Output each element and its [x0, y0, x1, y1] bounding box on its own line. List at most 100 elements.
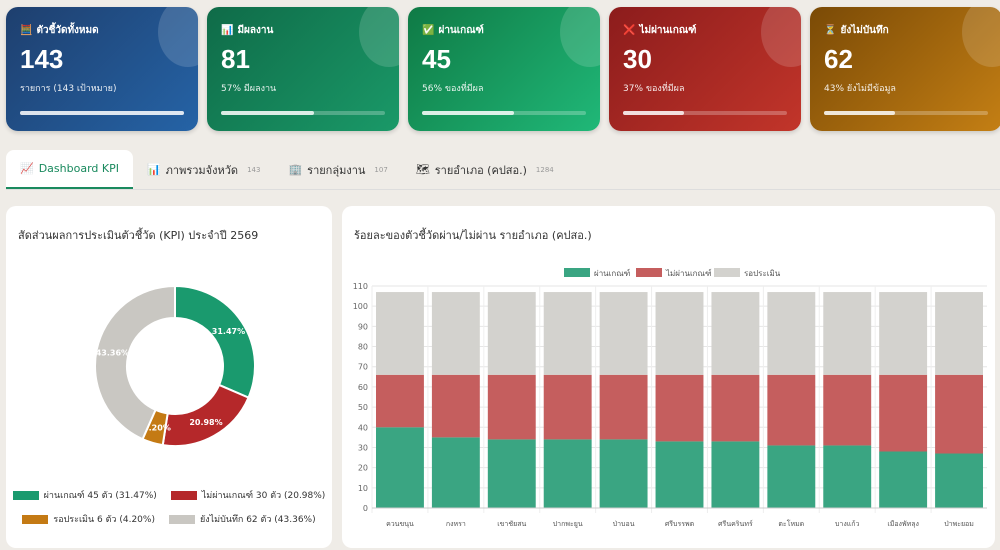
y-tick-label: 70 [358, 363, 368, 372]
bar-segment[interactable] [767, 374, 816, 446]
legend-swatch[interactable] [714, 268, 740, 277]
bar-segment[interactable] [767, 445, 816, 508]
legend-swatch[interactable] [636, 268, 662, 277]
legend-label: ผ่านเกณฑ์ 45 ตัว (31.47%) [43, 491, 157, 501]
card-value: 143 [20, 44, 64, 74]
card-subtext: 57% มีผลงาน [221, 84, 277, 94]
card-label-row: 📊 มีผลงาน [221, 23, 385, 38]
legend-swatch [22, 515, 49, 524]
bar-segment[interactable] [823, 292, 872, 375]
bar-segment[interactable] [823, 445, 872, 508]
bar-segment[interactable] [487, 292, 536, 375]
card-icon: 🧮 [20, 25, 33, 36]
bar-segment[interactable] [711, 292, 760, 375]
legend-swatch [12, 491, 39, 500]
bar-segment[interactable] [431, 292, 480, 375]
bar-segment[interactable] [431, 374, 480, 438]
x-tick-label: ควนขนุน [386, 520, 414, 528]
legend-label: รอประเมิน 6 ตัว (4.20%) [53, 515, 155, 525]
bar-segment[interactable] [823, 374, 872, 446]
card-subtext: 56% ของที่มีผล [422, 84, 484, 94]
card-icon: ⏳ [824, 25, 837, 36]
y-tick-label: 30 [358, 443, 368, 452]
y-tick-label: 50 [358, 403, 368, 412]
slice-label: 20.98% [189, 418, 222, 427]
bar-segment[interactable] [543, 292, 592, 375]
donut-slice[interactable] [174, 284, 256, 399]
bar-segment[interactable] [879, 374, 928, 452]
bar-segment[interactable] [711, 374, 760, 442]
donut-slice[interactable] [161, 383, 250, 447]
bar-segment[interactable] [376, 292, 424, 375]
card-subtext: 37% ของที่มีผล [623, 84, 685, 94]
bar-segment[interactable] [711, 441, 760, 508]
tab-0[interactable]: 📈 Dashboard KPI [6, 150, 133, 189]
x-tick-label: ปากพะยูน [553, 520, 583, 528]
tab-2[interactable]: 🏢 รายกลุ่มงาน 107 [274, 150, 401, 189]
legend-label: ไม่ผ่านเกณฑ์ 30 ตัว (20.98%) [201, 491, 326, 501]
card-value: 30 [623, 44, 652, 74]
y-tick-label: 110 [353, 282, 368, 291]
legend-label: ยังไม่บันทึก 62 ตัว (43.36%) [199, 515, 316, 525]
card-icon: 📊 [221, 25, 234, 36]
tab-icon: 🏢 [288, 163, 303, 176]
tab-icon: 📊 [146, 163, 161, 176]
card-progress-fill [20, 111, 184, 115]
card-progress-bar [824, 111, 988, 115]
card-subtext: รายการ (143 เป้าหมาย) [20, 84, 117, 94]
y-tick-label: 90 [358, 322, 368, 331]
tab-label: Dashboard KPI [38, 162, 119, 175]
bar-segment[interactable] [935, 453, 983, 508]
x-tick-label: ป่าบอน [613, 520, 635, 528]
donut-legend-row: รอประเมิน 6 ตัว (4.20%) ยังไม่บันทึก 62 ต… [6, 512, 332, 526]
legend-item[interactable]: ผ่านเกณฑ์ 45 ตัว (31.47%) [12, 488, 157, 502]
bar-segment[interactable] [655, 292, 704, 375]
card-label-row: ❌ ไม่ผ่านเกณฑ์ [623, 23, 787, 38]
tab-icon: 📈 [20, 162, 34, 175]
bar-segment[interactable] [655, 441, 704, 508]
bar-segment[interactable] [543, 374, 592, 440]
bar-segment[interactable] [935, 292, 983, 375]
card-progress-bar [623, 111, 787, 115]
tab-label: ภาพรวมจังหวัด [165, 163, 239, 177]
bar-segment[interactable] [879, 451, 928, 508]
bar-segment[interactable] [376, 427, 424, 508]
kpi-card: ❌ ไม่ผ่านเกณฑ์ 30 37% ของที่มีผล [609, 7, 801, 131]
legend-swatch [168, 515, 195, 524]
bar-segment[interactable] [599, 439, 648, 508]
bar-segment[interactable] [655, 374, 704, 442]
legend-item[interactable]: รอประเมิน 6 ตัว (4.20%) [22, 512, 155, 526]
y-tick-label: 40 [358, 423, 368, 432]
tab-label: รายกลุ่มงาน [307, 163, 366, 177]
bar-segment[interactable] [487, 374, 536, 440]
tab-3[interactable]: 🗺 รายอำเภอ (คปสอ.) 1284 [402, 150, 568, 189]
bar-chart: 0 10 20 30 40 50 60 70 80 90 100 110 ควนขนุน กงหรา เขา… [353, 268, 987, 528]
y-tick-label: 10 [358, 484, 368, 493]
card-label: มีผลงาน [237, 25, 274, 36]
tab-1[interactable]: 📊 ภาพรวมจังหวัด 143 [133, 150, 274, 189]
x-tick-label: กงหรา [446, 520, 466, 528]
card-label-row: ✅ ผ่านเกณฑ์ [422, 23, 586, 38]
legend-label: ผ่านเกณฑ์ [594, 268, 630, 278]
bar-segment[interactable] [487, 439, 536, 508]
card-progress-bar [422, 111, 586, 115]
x-tick-label: ศรีบรรพต [665, 520, 695, 528]
bar-segment[interactable] [431, 437, 480, 508]
slice-label: 43.36% [96, 349, 129, 358]
legend-label: รอประเมิน [744, 269, 781, 278]
bar-segment[interactable] [935, 374, 983, 454]
card-label-row: 🧮 ตัวชี้วัดทั้งหมด [20, 23, 184, 38]
bar-segment[interactable] [599, 374, 648, 440]
card-label: ตัวชี้วัดทั้งหมด [36, 25, 99, 36]
legend-swatch[interactable] [564, 268, 590, 277]
y-tick-label: 80 [358, 343, 368, 352]
bar-segment[interactable] [767, 292, 816, 375]
legend-item[interactable]: ไม่ผ่านเกณฑ์ 30 ตัว (20.98%) [170, 488, 326, 502]
tab-count: 107 [374, 165, 388, 174]
legend-item[interactable]: ยังไม่บันทึก 62 ตัว (43.36%) [168, 512, 316, 526]
bar-segment[interactable] [376, 374, 424, 428]
bar-segment[interactable] [543, 439, 592, 508]
bar-segment[interactable] [599, 292, 648, 375]
bar-segment[interactable] [879, 292, 928, 375]
tab-count: 1284 [535, 165, 554, 174]
